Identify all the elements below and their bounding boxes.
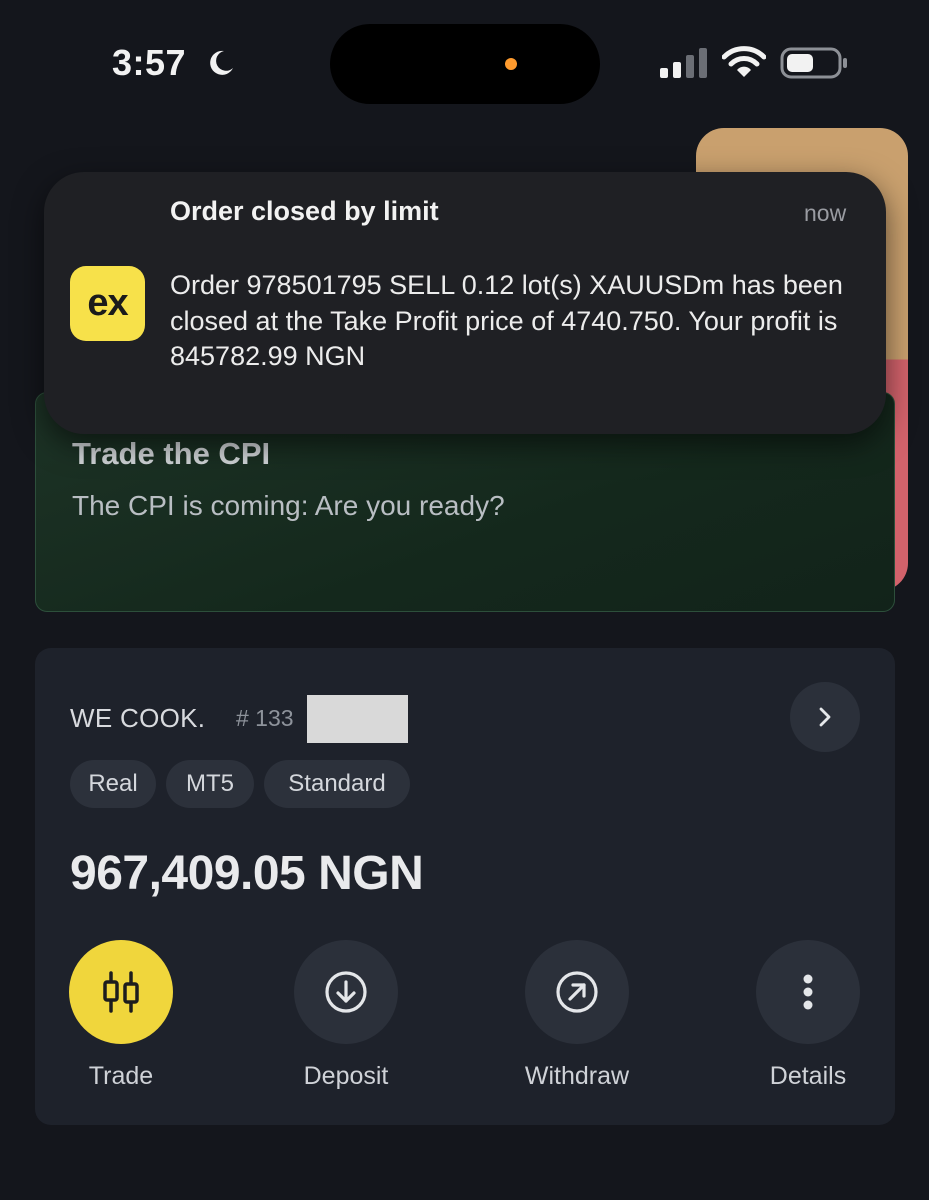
dynamic-island [330, 24, 600, 104]
more-vertical-icon [803, 974, 813, 1010]
arrow-up-right-circle-icon [556, 971, 598, 1013]
wifi-icon [722, 46, 766, 77]
withdraw-button[interactable] [525, 940, 629, 1044]
status-bar: 3:57 [0, 0, 929, 120]
candlestick-icon [103, 971, 139, 1013]
withdraw-label: Withdraw [524, 1062, 630, 1090]
signal-icon [660, 48, 707, 78]
notification-title: Order closed by limit [170, 196, 439, 226]
deposit-label: Deposit [303, 1062, 389, 1090]
notification-time: now [804, 200, 847, 226]
tag-account-type: Standard [264, 760, 410, 808]
promo-subtitle: The CPI is coming: Are you ready? [72, 490, 505, 521]
trade-button[interactable] [69, 940, 173, 1044]
arrow-down-circle-icon [325, 971, 367, 1013]
status-time: 3:57 [112, 42, 187, 83]
account-open-button[interactable] [790, 682, 860, 752]
details-label: Details [769, 1062, 847, 1090]
redaction-box [307, 695, 408, 743]
next-section-peek [0, 1186, 929, 1200]
tag-real: Real [70, 760, 156, 808]
app-icon-text: ex [87, 282, 128, 324]
account-name: WE COOK. [70, 703, 206, 733]
app-icon: ex [70, 266, 145, 341]
chevron-right-icon [819, 707, 831, 727]
moon-icon [210, 50, 233, 75]
notification-body: Order 978501795 SELL 0.12 lot(s) XAUUSDm… [170, 270, 843, 371]
account-number: # 133 [236, 705, 294, 731]
account-balance: 967,409.05 NGN [70, 847, 424, 900]
deposit-button[interactable] [294, 940, 398, 1044]
promo-title: Trade the CPI [72, 436, 271, 471]
trade-label: Trade [88, 1062, 154, 1090]
battery-icon [780, 47, 847, 79]
privacy-indicator [505, 58, 517, 70]
tag-platform: MT5 [166, 760, 254, 808]
details-button[interactable] [756, 940, 860, 1044]
